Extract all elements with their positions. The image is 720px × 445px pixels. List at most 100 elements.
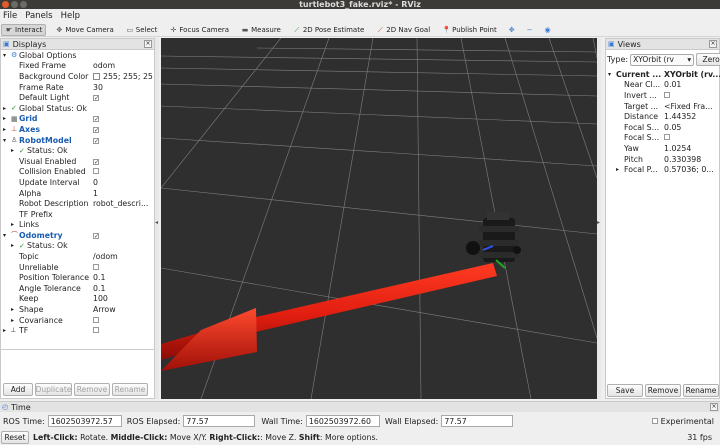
view-row[interactable]: ▾ Current ... XYOrbit (rv...: [606, 69, 720, 80]
expanded-arrow-icon[interactable]: ▾: [3, 137, 6, 144]
window-controls[interactable]: [2, 1, 27, 8]
display-row[interactable]: Update Interval 0: [1, 177, 154, 188]
collapse-left-icon[interactable]: ◂: [155, 219, 158, 226]
collapsed-arrow-icon[interactable]: ▸: [3, 115, 6, 122]
tool-measure[interactable]: ▬ Measure: [238, 25, 284, 35]
checkbox[interactable]: [93, 263, 99, 270]
expanded-arrow-icon[interactable]: ▾: [3, 232, 6, 239]
collapsed-arrow-icon[interactable]: ▸: [11, 221, 14, 228]
collapsed-arrow-icon[interactable]: ▸: [11, 242, 14, 249]
remove-tool-icon[interactable]: −: [524, 26, 536, 34]
collapsed-arrow-icon[interactable]: ▸: [3, 327, 6, 334]
display-row[interactable]: Background Color 255; 255; 255: [1, 71, 154, 82]
display-value[interactable]: robot_descri...: [93, 199, 153, 208]
ros-time-field[interactable]: 1602503972.57: [47, 415, 122, 427]
view-value[interactable]: 0.57036; 0...: [664, 165, 720, 174]
display-row[interactable]: Robot Description robot_descri...: [1, 198, 154, 209]
ros-elapsed-field[interactable]: 77.57: [183, 415, 256, 427]
view-value[interactable]: 0.330398: [664, 155, 720, 164]
minimize-window-icon[interactable]: [11, 1, 18, 8]
expanded-arrow-icon[interactable]: ▾: [3, 52, 6, 59]
checkbox[interactable]: [664, 134, 670, 141]
display-row[interactable]: Frame Rate 30: [1, 82, 154, 93]
view-value[interactable]: 0.01: [664, 80, 720, 89]
display-value[interactable]: 0: [93, 178, 153, 187]
view-row[interactable]: Near Cl... 0.01: [606, 80, 719, 91]
collapse-right-icon[interactable]: ▸: [597, 219, 600, 226]
tool-select[interactable]: ▭ Select: [123, 25, 161, 35]
left-splitter[interactable]: ◂: [155, 38, 159, 399]
save-view-button[interactable]: Save: [607, 384, 643, 397]
zero-button[interactable]: Zero: [696, 53, 720, 66]
collapsed-arrow-icon[interactable]: ▸: [11, 317, 14, 324]
tool-2d-pose-estimate[interactable]: ⟋ 2D Pose Estimate: [290, 25, 367, 35]
view-row[interactable]: Distance 1.44352: [606, 111, 719, 122]
collapsed-arrow-icon[interactable]: ▸: [11, 147, 14, 154]
reset-button[interactable]: Reset: [1, 431, 29, 444]
checkbox[interactable]: ✓: [93, 137, 99, 144]
checkbox[interactable]: ✓: [93, 95, 99, 102]
checkbox[interactable]: [664, 91, 670, 98]
display-row[interactable]: ▾ ⌒ Odometry ✓: [1, 230, 154, 241]
checkbox[interactable]: [93, 327, 99, 334]
display-row[interactable]: ▸ Covariance: [1, 315, 154, 326]
tool-publish-point[interactable]: 📍 Publish Point: [439, 25, 500, 35]
display-row[interactable]: Collision Enabled: [1, 167, 154, 178]
display-row[interactable]: Fixed Frame odom: [1, 61, 154, 72]
view-row[interactable]: ▸ Focal P... 0.57036; 0...: [606, 164, 719, 175]
display-row[interactable]: Position Tolerance 0.1: [1, 272, 154, 283]
view-row[interactable]: Pitch 0.330398: [606, 154, 719, 165]
view-value[interactable]: 1.0254: [664, 144, 720, 153]
tool-2d-nav-goal[interactable]: ⟋ 2D Nav Goal: [373, 25, 433, 35]
display-row[interactable]: ▸ ⊥ Axes ✓: [1, 124, 154, 135]
display-row[interactable]: ▾ ⚙ Global Options: [1, 50, 154, 61]
view-row[interactable]: Invert ...: [606, 90, 719, 101]
display-value[interactable]: 100: [93, 294, 153, 303]
checkbox[interactable]: ✓: [93, 232, 99, 239]
display-row[interactable]: Visual Enabled ✓: [1, 156, 154, 167]
display-row[interactable]: ▸ Links: [1, 220, 154, 231]
tool-move-camera[interactable]: ✥ Move Camera: [52, 25, 116, 35]
views-type-select[interactable]: XYOrbit (rv ▾: [630, 53, 695, 66]
expanded-arrow-icon[interactable]: ▾: [608, 71, 611, 78]
menu-panels[interactable]: Panels: [25, 11, 52, 21]
checkbox[interactable]: ✓: [93, 116, 99, 123]
checkbox[interactable]: [93, 316, 99, 323]
add-tool-icon[interactable]: ✥: [506, 26, 518, 34]
view-value[interactable]: 0.05: [664, 123, 720, 132]
display-row[interactable]: TF Prefix: [1, 209, 154, 220]
display-value[interactable]: 30: [93, 83, 153, 92]
display-row[interactable]: Default Light ✓: [1, 92, 154, 103]
scene-render[interactable]: [161, 38, 597, 399]
wall-elapsed-field[interactable]: 77.57: [441, 415, 514, 427]
view-row[interactable]: Target ... <Fixed Fra...: [606, 101, 719, 112]
tool-focus-camera[interactable]: ✛ Focus Camera: [166, 25, 232, 35]
close-icon[interactable]: ×: [710, 403, 718, 411]
render-viewport[interactable]: [161, 38, 597, 399]
view-value[interactable]: XYOrbit (rv...: [664, 70, 720, 79]
display-row[interactable]: Unreliable: [1, 262, 154, 273]
checkbox[interactable]: ✓: [93, 126, 99, 133]
display-row[interactable]: Topic/odom: [1, 251, 154, 262]
checkbox[interactable]: [93, 168, 99, 175]
menu-file[interactable]: File: [3, 11, 17, 21]
add-display-button[interactable]: Add: [3, 383, 33, 396]
wall-time-field[interactable]: 1602503972.60: [305, 415, 380, 427]
view-row[interactable]: Yaw 1.0254: [606, 143, 719, 154]
collapsed-arrow-icon[interactable]: ▸: [3, 126, 6, 133]
right-splitter[interactable]: ▸: [597, 38, 601, 399]
display-row[interactable]: ▸ ⟂ TF: [1, 325, 154, 336]
display-row[interactable]: ▸ ✓ Global Status: Ok: [1, 103, 154, 114]
display-value[interactable]: 0.1: [93, 284, 153, 293]
view-row[interactable]: Focal S...: [606, 133, 719, 144]
collapsed-arrow-icon[interactable]: ▸: [11, 306, 14, 313]
tool-options-icon[interactable]: ◉: [541, 26, 553, 34]
display-row[interactable]: ▾ ♙ RobotModel ✓: [1, 135, 154, 146]
display-row[interactable]: Angle Tolerance 0.1: [1, 283, 154, 294]
maximize-window-icon[interactable]: [20, 1, 27, 8]
menu-help[interactable]: Help: [61, 11, 80, 21]
collapsed-arrow-icon[interactable]: ▸: [616, 166, 619, 173]
rename-view-button[interactable]: Rename: [683, 384, 719, 397]
color-swatch[interactable]: [93, 73, 100, 81]
display-row[interactable]: ▸ Shape Arrow: [1, 304, 154, 315]
